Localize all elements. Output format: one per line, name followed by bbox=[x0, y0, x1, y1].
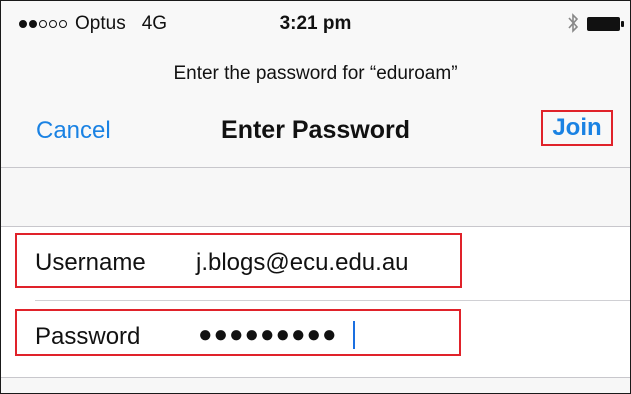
status-time: 3:21 pm bbox=[279, 13, 352, 34]
password-prompt: Enter the password for “eduroam” bbox=[173, 63, 458, 84]
bluetooth-icon bbox=[567, 12, 579, 39]
password-field[interactable]: ●●●●●●●●● bbox=[198, 321, 337, 349]
screenshot-frame: Optus 4G 3:21 pm Enter the password for … bbox=[0, 0, 631, 394]
row-divider bbox=[35, 300, 630, 301]
password-label: Password bbox=[35, 323, 141, 350]
cancel-button[interactable]: Cancel bbox=[36, 117, 111, 145]
join-button[interactable]: Join bbox=[541, 110, 613, 146]
username-label: Username bbox=[35, 249, 146, 276]
username-field[interactable]: j.blogs@ecu.edu.au bbox=[196, 249, 409, 277]
battery-icon bbox=[587, 17, 625, 36]
header-area: Optus 4G 3:21 pm Enter the password for … bbox=[1, 1, 630, 168]
text-cursor bbox=[353, 321, 355, 349]
status-bar: Optus 4G 3:21 pm bbox=[1, 1, 630, 45]
